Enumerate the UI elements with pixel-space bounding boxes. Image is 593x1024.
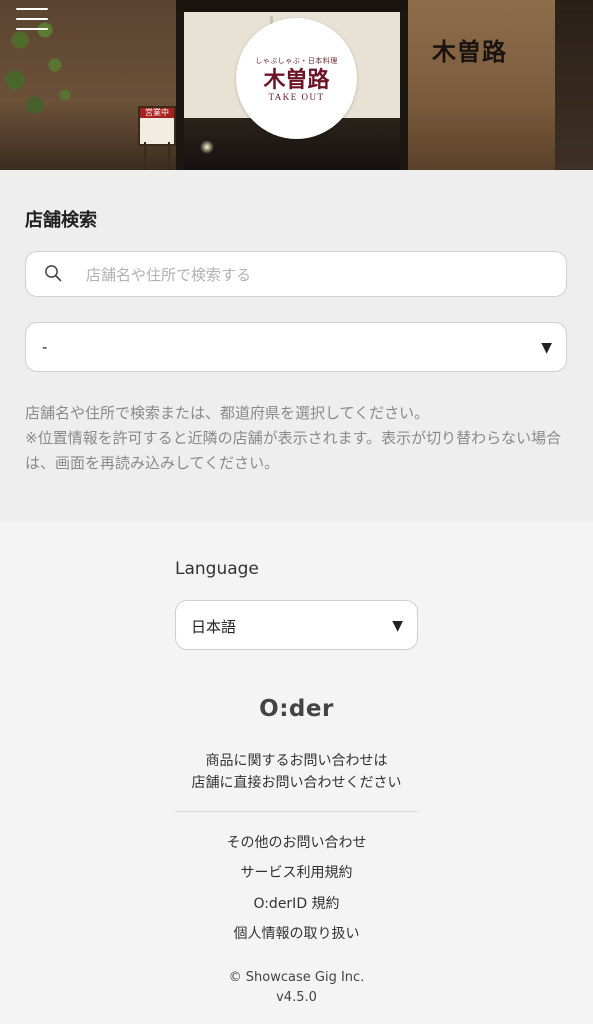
hero-floor-light	[200, 140, 214, 154]
logo-name: 木曽路	[263, 67, 330, 93]
search-box[interactable]	[25, 251, 567, 298]
privacy-policy-link[interactable]: 個人情報の取り扱い	[0, 923, 593, 943]
menu-bar	[16, 8, 48, 10]
footer: Language 日本語 ▼ O:der 商品に関するお問い合わせは 店舗に直接…	[0, 521, 593, 1024]
store-search-title: 店舗検索	[25, 210, 97, 231]
contact-note: 商品に関するお問い合わせは 店舗に直接お問い合わせください	[0, 750, 593, 794]
menu-bar	[16, 28, 48, 30]
logo-tagline: しゃぶしゃぶ・日本料理	[255, 57, 338, 65]
copyright-text: © Showcase Gig Inc.	[228, 970, 365, 985]
menu-bar	[16, 18, 48, 20]
other-inquiries-link[interactable]: その他のお問い合わせ	[0, 832, 593, 852]
search-help-line: 店舗名や住所で検索または、都道府県を選択してください。	[25, 404, 430, 422]
hero-wall-far	[555, 0, 593, 170]
open-stand-sign-label: 営業中	[140, 108, 174, 118]
oder-brand-logo: O:der	[259, 696, 334, 722]
search-help-text: 店舗名や住所で検索または、都道府県を選択してください。 ※位置情報を許可すると近…	[25, 401, 570, 476]
language-select-value: 日本語	[191, 618, 237, 636]
store-search-section: 店舗検索 - ▼ 店舗名や住所で検索または、都道府県を選択してください。 ※位置…	[0, 170, 593, 521]
hero-banner: 木曽路 営業中 しゃぶしゃぶ・日本料理 木曽路 TAKE OUT	[0, 0, 593, 170]
open-stand-sign: 営業中	[138, 106, 176, 146]
open-stand-legs	[144, 142, 170, 170]
language-label: Language	[175, 559, 259, 579]
storefront-sign: 木曽路	[432, 37, 507, 66]
app-version: v4.5.0	[276, 990, 317, 1005]
hamburger-menu-icon[interactable]	[16, 8, 48, 30]
prefecture-select[interactable]: - ▼	[25, 322, 567, 372]
contact-note-line: 商品に関するお問い合わせは	[205, 753, 388, 769]
search-help-line: ※位置情報を許可すると近隣の店舗が表示されます。表示が切り替わらない場合は、画面…	[25, 429, 562, 472]
caret-down-icon: ▼	[392, 618, 403, 634]
logo-subtitle: TAKE OUT	[268, 92, 325, 102]
footer-divider	[175, 811, 418, 812]
search-icon	[45, 265, 62, 282]
copyright: © Showcase Gig Inc. v4.5.0	[0, 968, 593, 1008]
search-input[interactable]	[84, 252, 558, 298]
contact-note-line: 店舗に直接お問い合わせください	[191, 775, 402, 791]
language-select[interactable]: 日本語 ▼	[175, 600, 418, 650]
terms-of-service-link[interactable]: サービス利用規約	[0, 862, 593, 882]
store-logo: しゃぶしゃぶ・日本料理 木曽路 TAKE OUT	[236, 18, 357, 139]
hero-wall-right	[408, 0, 558, 170]
caret-down-icon: ▼	[541, 340, 552, 356]
prefecture-select-value: -	[42, 338, 48, 356]
oderid-terms-link[interactable]: O:derID 規約	[0, 893, 593, 913]
